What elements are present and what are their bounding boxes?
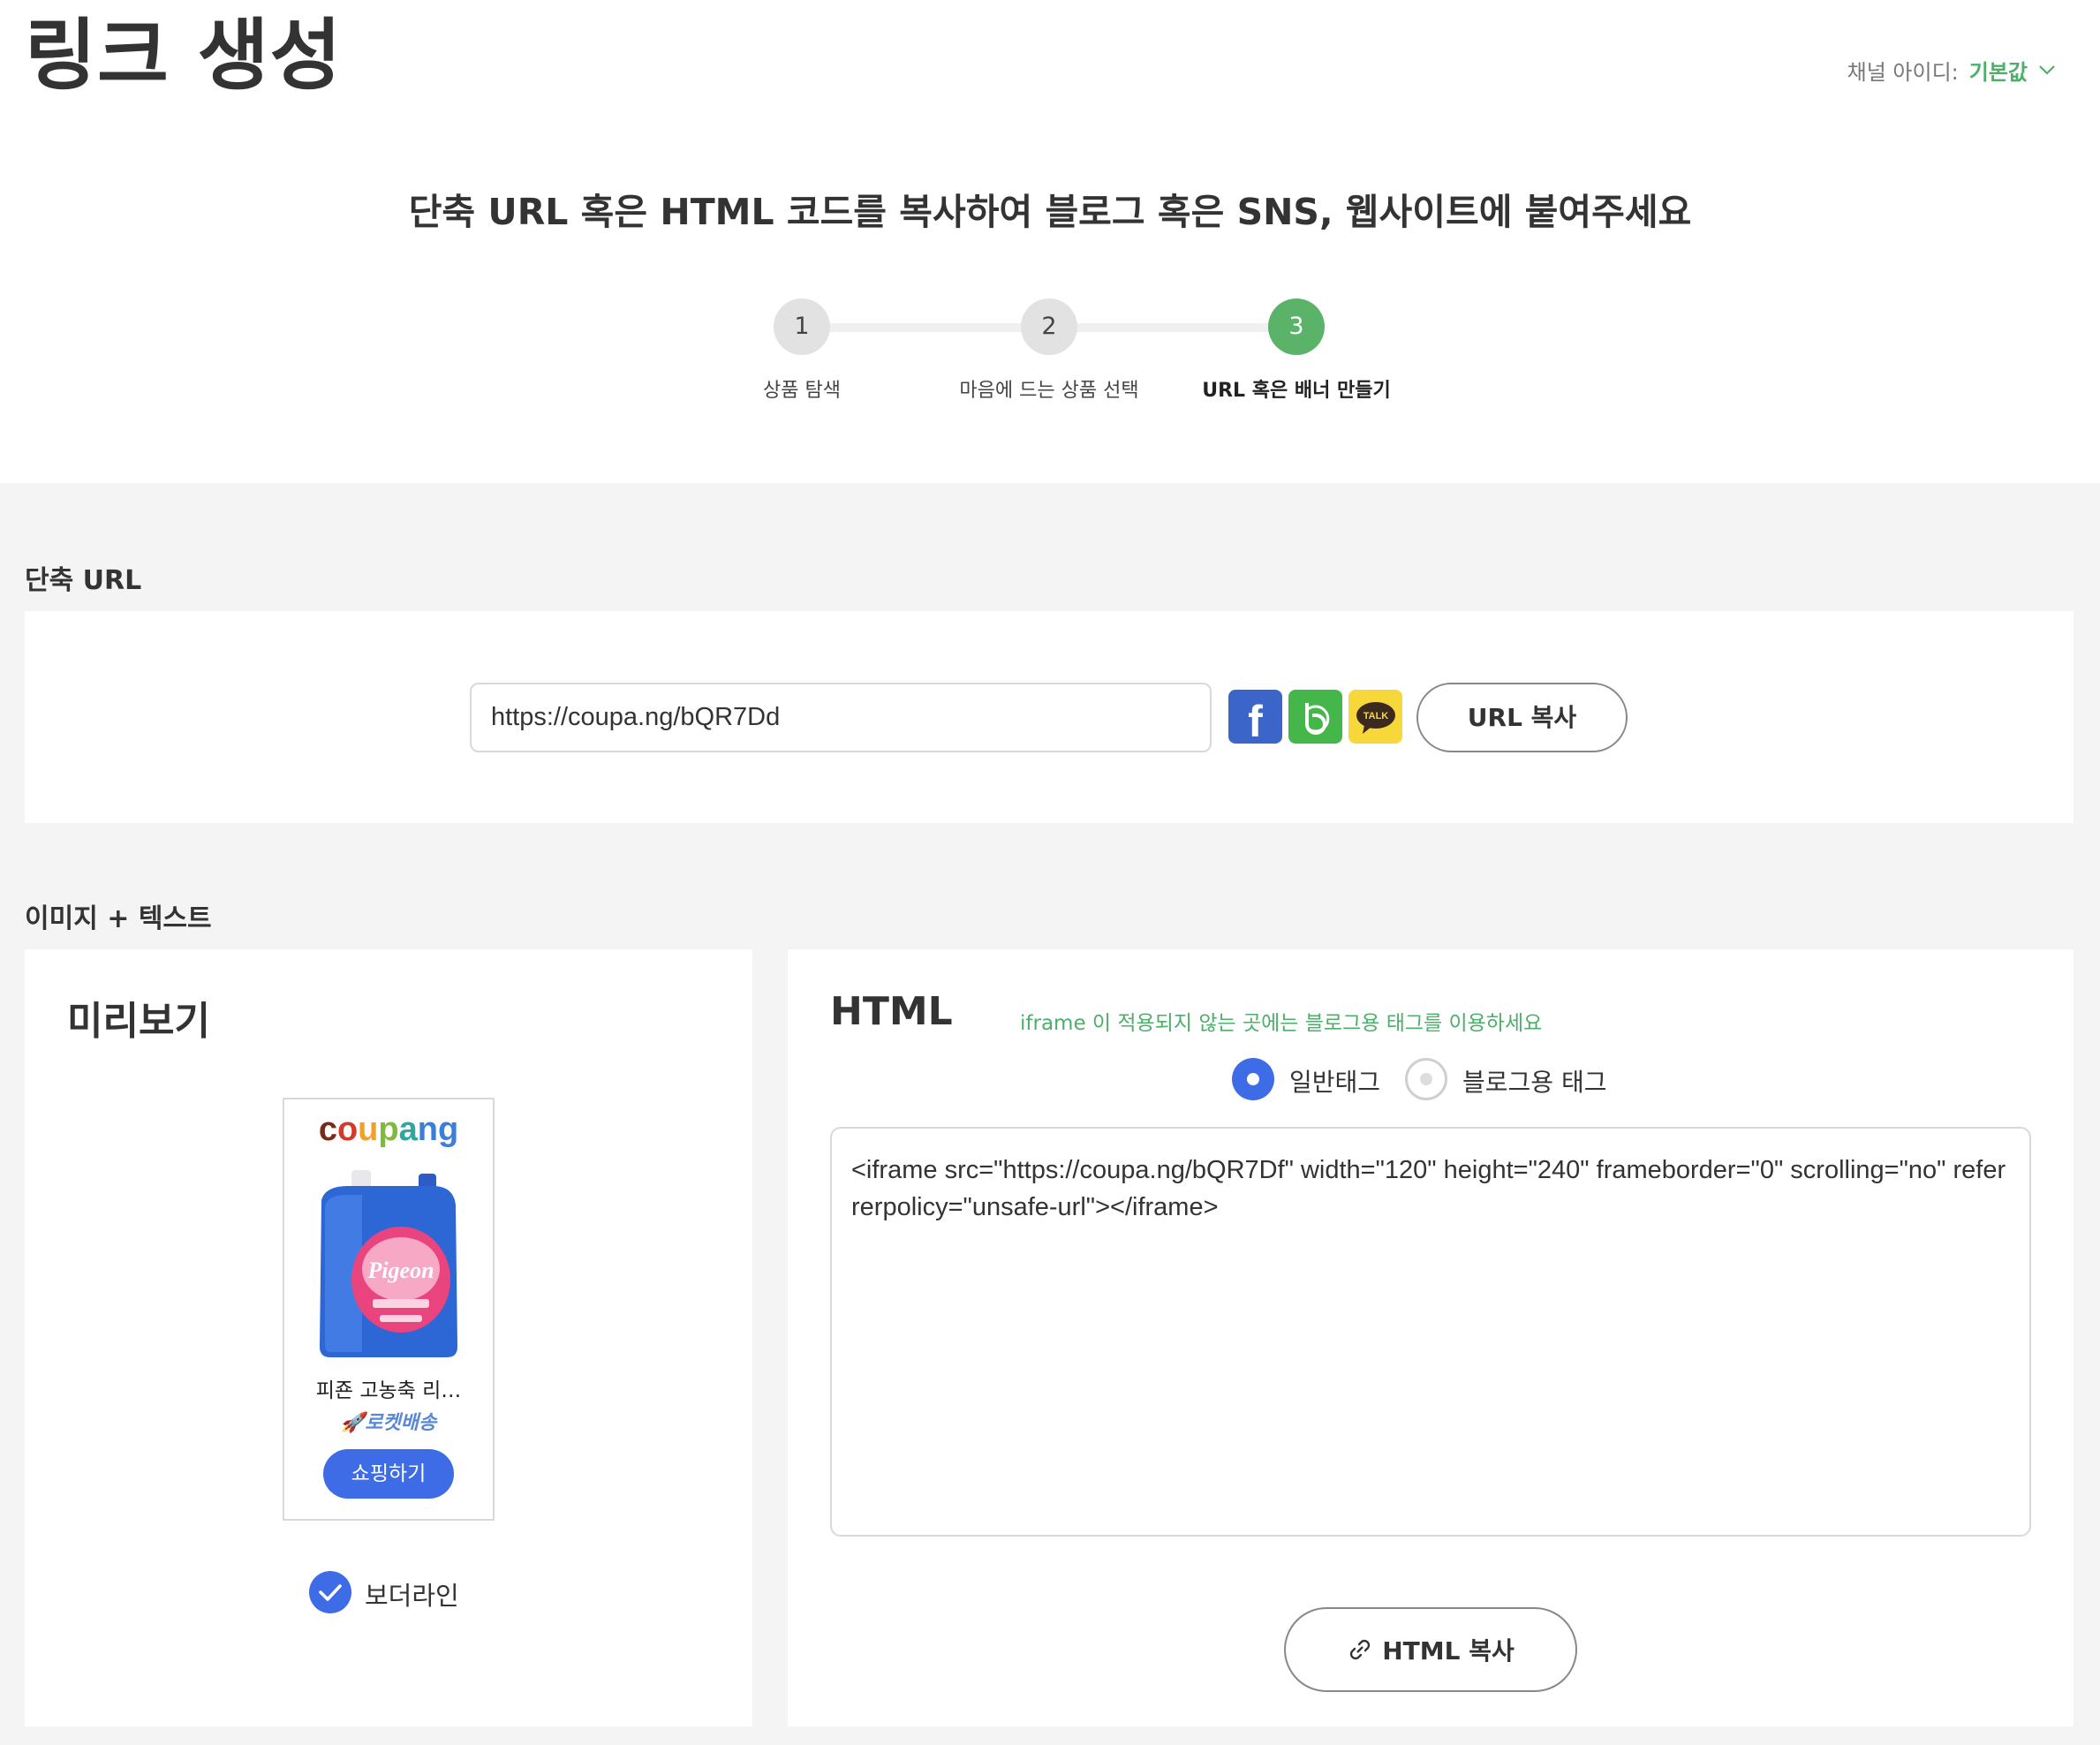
url-copy-button[interactable]: URL 복사 bbox=[1416, 683, 1628, 752]
chevron-down-icon bbox=[2038, 59, 2056, 81]
page-title: 링크 생성 bbox=[25, 10, 343, 101]
channel-selector[interactable]: 채널 아이디: 기본값 bbox=[1847, 55, 2056, 86]
short-url-section-title: 단축 URL bbox=[25, 565, 142, 596]
kakaotalk-share-button[interactable]: TALK bbox=[1348, 690, 1402, 744]
step-label: URL 혹은 배너 만들기 bbox=[1202, 380, 1391, 402]
image-text-section-title: 이미지 + 텍스트 bbox=[25, 903, 212, 934]
normal-tag-label[interactable]: 일반태그 bbox=[1289, 1063, 1380, 1099]
preview-title: 미리보기 bbox=[67, 999, 210, 1044]
band-share-button[interactable] bbox=[1288, 690, 1342, 744]
product-brand-text: Pigeon bbox=[366, 1258, 434, 1283]
facebook-share-button[interactable]: f bbox=[1228, 690, 1282, 746]
rocket-delivery-badge: 🚀로켓배송 bbox=[284, 1407, 493, 1435]
html-title: HTML bbox=[830, 989, 953, 1034]
kakaotalk-icon-label: TALK bbox=[1363, 711, 1388, 721]
html-code-textarea[interactable]: <iframe src="https://coupa.ng/bQR7Df" wi… bbox=[830, 1127, 2031, 1537]
step-1: 1 상품 탐색 bbox=[669, 298, 934, 403]
product-name: 피죤 고농축 리… bbox=[315, 1379, 462, 1402]
blog-tag-label[interactable]: 블로그용 태그 bbox=[1462, 1063, 1606, 1099]
step-number: 2 bbox=[1021, 298, 1077, 355]
step-3: 3 URL 혹은 배너 만들기 bbox=[1164, 298, 1429, 403]
normal-tag-radio[interactable] bbox=[1232, 1058, 1274, 1100]
step-2: 2 마음에 드는 상품 선택 bbox=[917, 298, 1182, 403]
top-section: 링크 생성 채널 아이디: 기본값 단축 URL 혹은 HTML 코드를 복사하… bbox=[0, 0, 2100, 483]
step-number: 1 bbox=[774, 298, 830, 355]
band-icon bbox=[1304, 702, 1329, 735]
channel-value: 기본값 bbox=[1968, 60, 2028, 85]
product-image: Pigeon bbox=[320, 1170, 457, 1357]
coupang-logo: coupang bbox=[284, 1105, 493, 1160]
html-copy-label: HTML 복사 bbox=[1382, 1636, 1515, 1666]
kakaotalk-icon: TALK bbox=[1356, 701, 1395, 734]
borderline-label: 보더라인 bbox=[365, 1581, 459, 1611]
rocket-icon: 🚀 bbox=[340, 1412, 366, 1434]
channel-label: 채널 아이디: bbox=[1847, 60, 1959, 85]
blog-tag-note: iframe 이 적용되지 않는 곳에는 블로그용 태그를 이용하세요 bbox=[1020, 1012, 1543, 1035]
step-number: 3 bbox=[1268, 298, 1325, 355]
facebook-icon: f bbox=[1248, 696, 1263, 746]
step-label: 상품 탐색 bbox=[763, 380, 841, 402]
blog-tag-radio[interactable] bbox=[1405, 1058, 1447, 1100]
link-icon bbox=[1350, 1639, 1371, 1660]
check-icon bbox=[319, 1584, 342, 1601]
short-url-field[interactable]: https://coupa.ng/bQR7Dd bbox=[470, 683, 1212, 752]
borderline-checkbox[interactable] bbox=[309, 1571, 351, 1613]
product-widget-preview[interactable]: coupang Pigeon 피죤 고농축 리… 🚀로켓배송 쇼핑하기 bbox=[283, 1098, 495, 1521]
coupang-logo-text: coupang bbox=[319, 1111, 458, 1148]
rocket-delivery-label: 로켓배송 bbox=[365, 1412, 437, 1434]
html-copy-button[interactable]: HTML 복사 bbox=[1284, 1607, 1577, 1692]
shop-button[interactable]: 쇼핑하기 bbox=[323, 1449, 454, 1499]
step-label: 마음에 드는 상품 선택 bbox=[959, 380, 1139, 402]
page-subtitle: 단축 URL 혹은 HTML 코드를 복사하여 블로그 혹은 SNS, 웹사이트… bbox=[408, 191, 1692, 233]
